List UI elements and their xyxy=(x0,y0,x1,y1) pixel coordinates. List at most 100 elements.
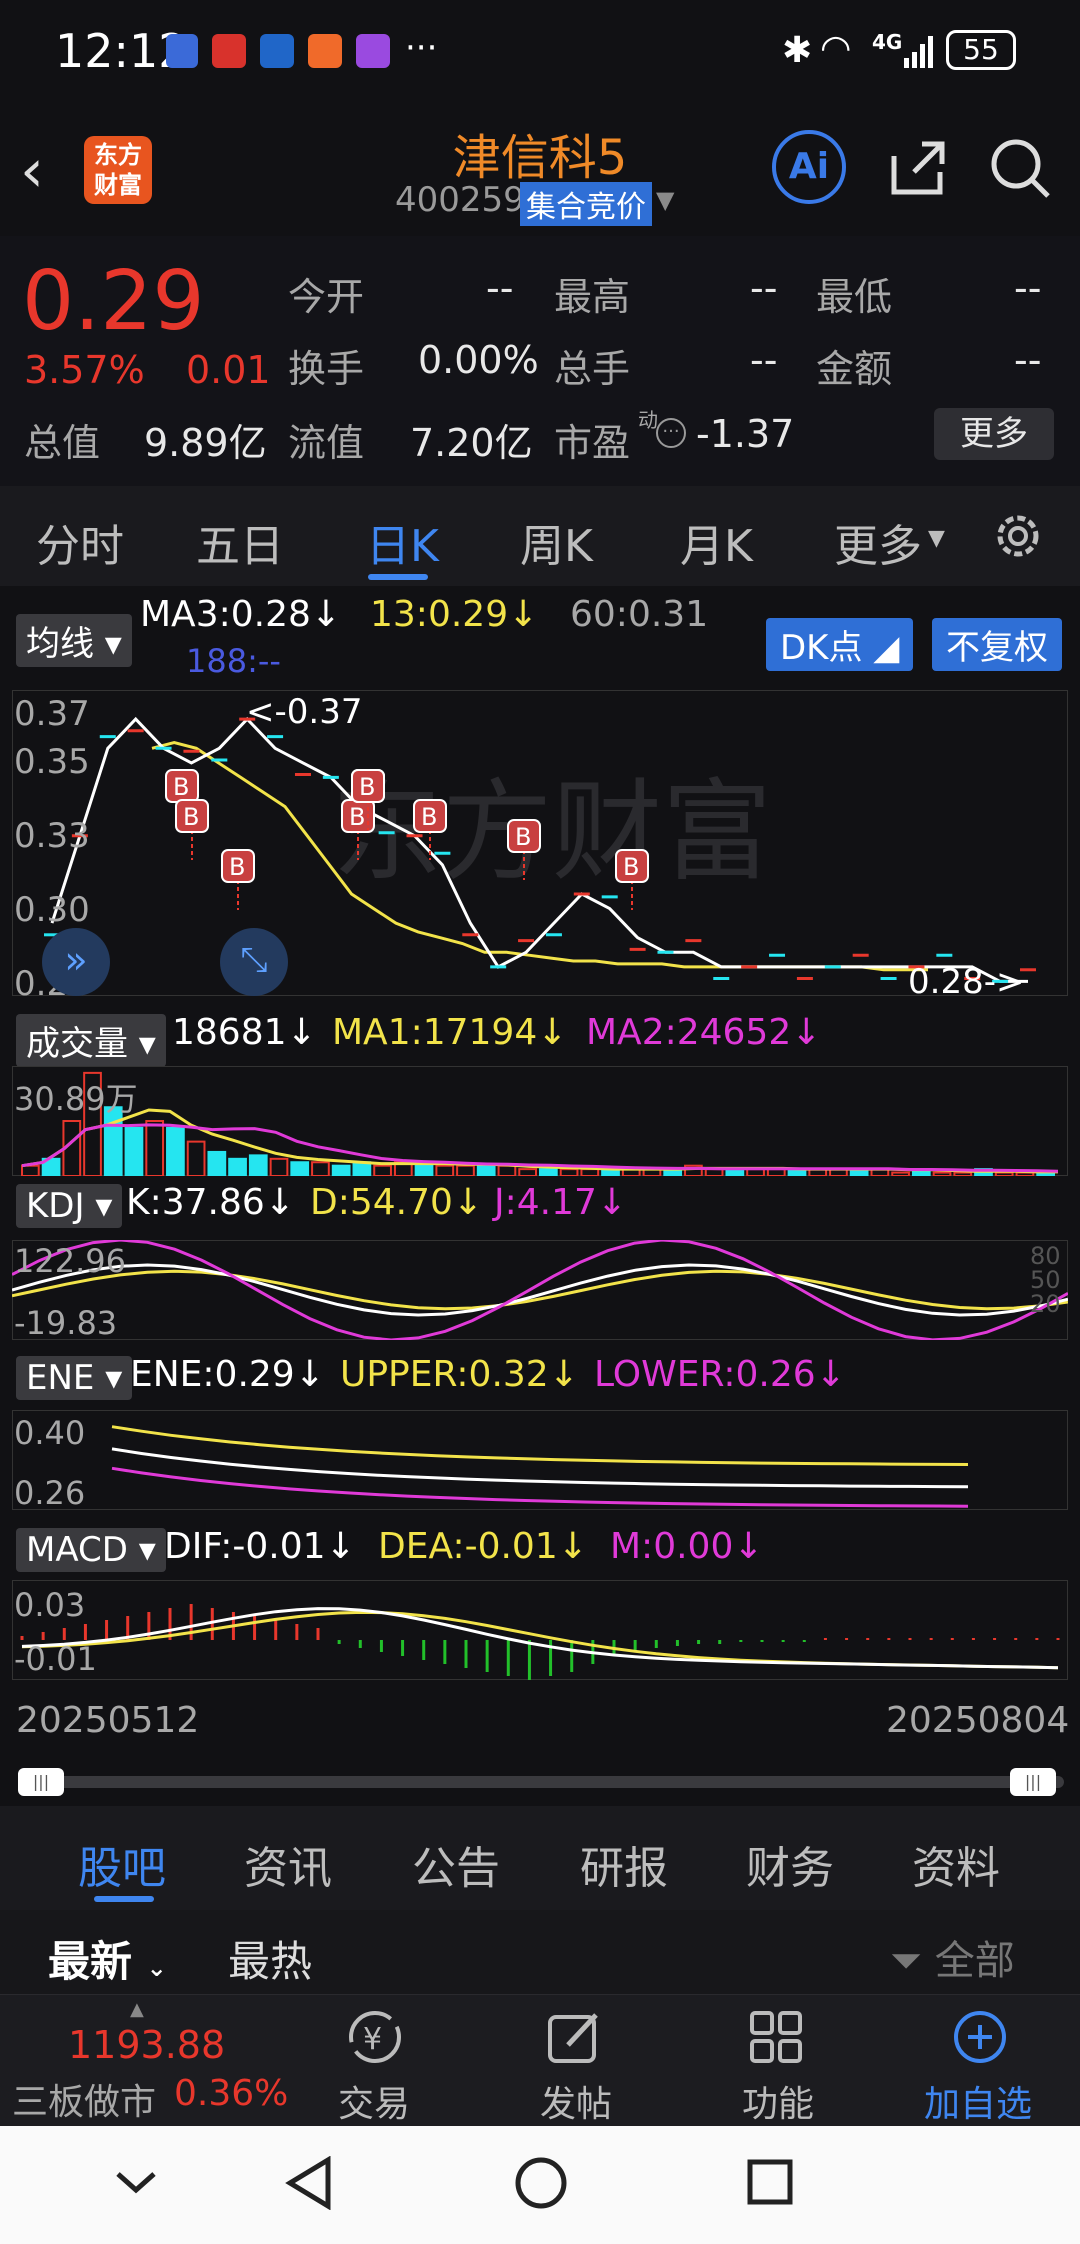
ene-chart[interactable] xyxy=(12,1410,1068,1510)
nav-trade-label[interactable]: 交易 xyxy=(338,2075,410,2127)
index-name[interactable]: 三板做市 xyxy=(12,2073,156,2125)
more-info-icon[interactable]: ··· xyxy=(656,418,686,448)
macd-y-max: 0.03 xyxy=(14,1586,86,1624)
nav-functions-label[interactable]: 功能 xyxy=(742,2075,814,2127)
volume-bar xyxy=(373,1164,392,1176)
volume-bar xyxy=(145,1120,165,1176)
network-label: 4G xyxy=(872,30,903,54)
chevron-down-icon[interactable]: ▼ xyxy=(656,186,674,214)
home-nav-icon[interactable] xyxy=(514,2156,568,2210)
change-amount: 0.01 xyxy=(186,348,271,392)
app-notify-icon xyxy=(356,34,390,68)
index-value[interactable]: 1193.88 xyxy=(68,2023,225,2067)
pe-value: -1.37 xyxy=(696,412,795,456)
tab-more[interactable]: 更多 xyxy=(834,510,922,574)
tab-daily-k[interactable]: 日K xyxy=(366,510,439,574)
search-icon[interactable] xyxy=(988,136,1052,200)
nav-post-label[interactable]: 发帖 xyxy=(540,2075,612,2127)
more-button[interactable]: 更多 xyxy=(934,408,1054,460)
trade-icon[interactable]: ¥ xyxy=(340,2007,410,2067)
b-marker-label: B xyxy=(229,853,245,881)
volume-bar xyxy=(953,1171,973,1176)
macd-y-min: -0.01 xyxy=(14,1640,97,1678)
app-notify-icon xyxy=(308,34,342,68)
battery-icon: 55 xyxy=(946,30,1016,70)
ma-indicator-chip[interactable]: 均线 ▾ xyxy=(16,614,132,667)
b-marker-label: B xyxy=(173,773,189,801)
tab-news[interactable]: 资讯 xyxy=(244,1832,332,1896)
volume-bar xyxy=(311,1161,330,1176)
add-watchlist-icon[interactable] xyxy=(950,2007,1014,2067)
volume-chip[interactable]: 成交量 ▾ xyxy=(16,1014,166,1067)
app-notify-icon xyxy=(212,34,246,68)
filter-button[interactable]: ⏷ 全部 xyxy=(890,1928,1015,1986)
kdj-chip-label: KDJ xyxy=(26,1186,85,1226)
date-start: 20250512 xyxy=(16,1700,200,1741)
share-icon[interactable] xyxy=(886,136,948,198)
functions-grid-icon[interactable] xyxy=(746,2007,810,2067)
tab-timeshare[interactable]: 分时 xyxy=(36,510,124,574)
kline-chart-area[interactable]: 均线 ▾ MA3:0.28↓ 13:0.29↓ 60:0.31 188:-- D… xyxy=(0,590,1080,1796)
sort-hottest[interactable]: 最热 xyxy=(228,1928,312,1989)
ai-label: Ai xyxy=(788,146,830,187)
ai-button[interactable]: Ai xyxy=(772,130,846,204)
volume-bar xyxy=(559,1168,579,1176)
current-price: 0.29 xyxy=(22,254,205,349)
high-marker-value: 0.37 xyxy=(286,692,363,732)
kdj-chip[interactable]: KDJ ▾ xyxy=(16,1184,123,1228)
tab-monthly-k[interactable]: 月K xyxy=(680,510,753,574)
range-track[interactable] xyxy=(18,1776,1064,1788)
period-tabs: 分时 五日 日K 周K 月K 更多 ▼ xyxy=(0,486,1080,586)
back-nav-icon[interactable] xyxy=(284,2155,334,2211)
dk-label: DK点 xyxy=(780,628,863,668)
b-marker-label: B xyxy=(349,803,365,831)
b-marker-label: B xyxy=(421,803,437,831)
tab-profile[interactable]: 资料 xyxy=(912,1832,1000,1896)
nav-add-watchlist-label[interactable]: 加自选 xyxy=(924,2075,1032,2127)
post-icon[interactable] xyxy=(544,2007,608,2067)
adjust-button[interactable]: 不复权 xyxy=(932,618,1062,671)
watermark: 东方财富 xyxy=(332,768,772,896)
range-handle-right[interactable]: ||| xyxy=(1010,1768,1056,1796)
expand-left-icon[interactable]: » xyxy=(42,928,110,996)
float-value-label: 流值 xyxy=(288,421,365,465)
hide-keyboard-icon[interactable] xyxy=(114,2160,158,2204)
field-label: 最高 xyxy=(554,275,631,319)
tab-five-day[interactable]: 五日 xyxy=(196,510,284,574)
field-label: 今开 xyxy=(288,275,365,319)
volume-chart[interactable] xyxy=(12,1066,1068,1176)
volume-bar xyxy=(497,1164,517,1176)
sort-newest[interactable]: 最新 ⌄ xyxy=(48,1928,167,1989)
price-chart[interactable]: 东方财富 BBBBBBBBB xyxy=(12,690,1068,996)
dk-point-button[interactable]: DK点 ◢ xyxy=(766,618,914,671)
macd-chart[interactable] xyxy=(12,1580,1068,1680)
kdj-chart[interactable] xyxy=(12,1240,1068,1340)
ene-y-max: 0.40 xyxy=(14,1414,86,1452)
total-value: 9.89亿 xyxy=(144,421,267,465)
fullscreen-icon[interactable]: ⤡ xyxy=(220,928,288,996)
svg-text:¥: ¥ xyxy=(363,2022,382,2057)
trade-mode-badge[interactable]: 集合竞价 xyxy=(520,182,652,226)
tab-guba[interactable]: 股吧 xyxy=(78,1832,166,1896)
macd-chip[interactable]: MACD ▾ xyxy=(16,1528,166,1572)
more-notifications-icon: ··· xyxy=(405,28,438,68)
tab-announcements[interactable]: 公告 xyxy=(412,1832,500,1896)
ma60-label: 60:0.31 xyxy=(570,594,709,635)
signal-icon xyxy=(904,34,938,68)
ene-chip[interactable]: ENE ▾ xyxy=(16,1356,133,1400)
tab-weekly-k[interactable]: 周K xyxy=(520,510,593,574)
tab-financials[interactable]: 财务 xyxy=(746,1832,834,1896)
field-label: 金额 xyxy=(816,347,893,391)
chevron-up-icon[interactable]: ▲ xyxy=(130,1999,144,2020)
ene-chip-label: ENE xyxy=(26,1358,95,1398)
settings-gear-icon[interactable] xyxy=(990,508,1046,564)
recents-nav-icon[interactable] xyxy=(746,2158,794,2206)
title-bar: ‹ 东方 财富 津信科5 400259 集合竞价 ▼ Ai xyxy=(0,100,1080,235)
pe-sup: 动 xyxy=(638,408,658,432)
tab-research[interactable]: 研报 xyxy=(580,1832,668,1896)
ma-chip-label: 均线 xyxy=(26,624,94,664)
chevron-down-icon[interactable]: ▼ xyxy=(928,526,945,551)
range-handle-left[interactable]: ||| xyxy=(18,1768,64,1796)
kdj-d: D:54.70↓ xyxy=(310,1182,484,1223)
ene-mid-line xyxy=(111,1447,969,1489)
